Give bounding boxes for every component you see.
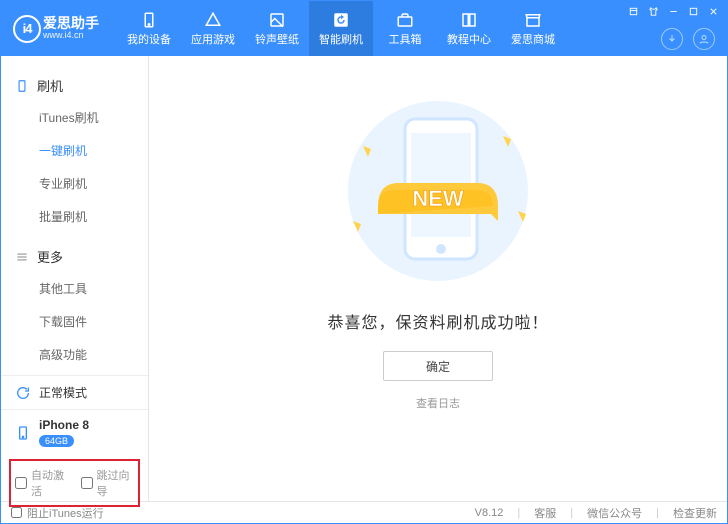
sidebar: 刷机 iTunes刷机 一键刷机 专业刷机 批量刷机 更多 其他工具 下载固件 … xyxy=(1,56,149,501)
nav-store[interactable]: 爱思商城 xyxy=(501,1,565,56)
sidebar-item-oneclick[interactable]: 一键刷机 xyxy=(1,134,148,167)
device-info[interactable]: iPhone 8 64GB xyxy=(1,409,148,455)
sidebar-item-pro[interactable]: 专业刷机 xyxy=(1,167,148,200)
nav-toolbox[interactable]: 工具箱 xyxy=(373,1,437,56)
nav-apps[interactable]: 应用游戏 xyxy=(181,1,245,56)
ok-button[interactable]: 确定 xyxy=(383,351,493,381)
wechat-link[interactable]: 微信公众号 xyxy=(587,505,642,521)
sidebar-item-batch[interactable]: 批量刷机 xyxy=(1,200,148,233)
sidebar-group-flash: 刷机 xyxy=(1,70,148,101)
version-label: V8.12 xyxy=(475,507,504,519)
nav-tutorials[interactable]: 教程中心 xyxy=(437,1,501,56)
skin-icon[interactable] xyxy=(647,5,659,17)
user-button[interactable] xyxy=(693,28,715,50)
sidebar-item-advanced[interactable]: 高级功能 xyxy=(1,338,148,371)
logo-url: www.i4.cn xyxy=(43,31,99,41)
logo-name: 爱思助手 xyxy=(43,16,99,31)
title-bar: i4 爱思助手 www.i4.cn 我的设备 应用游戏 铃声壁纸 智能刷机 工具… xyxy=(1,1,727,56)
top-nav: 我的设备 应用游戏 铃声壁纸 智能刷机 工具箱 教程中心 爱思商城 xyxy=(117,1,565,56)
menu-icon[interactable] xyxy=(627,5,639,17)
minimize-icon[interactable] xyxy=(667,5,679,17)
nav-ringtone[interactable]: 铃声壁纸 xyxy=(245,1,309,56)
user-controls xyxy=(661,28,715,50)
block-itunes-checkbox[interactable]: 阻止iTunes运行 xyxy=(11,505,104,521)
sidebar-item-itunes[interactable]: iTunes刷机 xyxy=(1,101,148,134)
nav-my-device[interactable]: 我的设备 xyxy=(117,1,181,56)
update-link[interactable]: 检查更新 xyxy=(673,505,717,521)
book-icon xyxy=(460,11,478,29)
sidebar-item-firmware[interactable]: 下载固件 xyxy=(1,305,148,338)
download-button[interactable] xyxy=(661,28,683,50)
sidebar-group-more: 更多 xyxy=(1,241,148,272)
device-phone-icon xyxy=(15,425,31,441)
view-log-link[interactable]: 查看日志 xyxy=(416,395,460,411)
device-name: iPhone 8 xyxy=(39,418,89,432)
logo-badge-icon: i4 xyxy=(13,15,41,43)
sidebar-item-other[interactable]: 其他工具 xyxy=(1,272,148,305)
activation-options: 自动激活 跳过向导 xyxy=(9,459,140,507)
wallpaper-icon xyxy=(268,11,286,29)
maximize-icon[interactable] xyxy=(687,5,699,17)
svg-text:NEW: NEW xyxy=(412,186,464,211)
apps-icon xyxy=(204,11,222,29)
store-icon xyxy=(524,11,542,29)
app-logo: i4 爱思助手 www.i4.cn xyxy=(13,15,99,43)
device-mode[interactable]: 正常模式 xyxy=(1,375,148,409)
auto-activate-checkbox[interactable]: 自动激活 xyxy=(15,467,69,499)
support-link[interactable]: 客服 xyxy=(534,505,556,521)
phone-icon xyxy=(140,11,158,29)
success-illustration: NEW xyxy=(323,91,553,291)
storage-badge: 64GB xyxy=(39,435,74,447)
menu-lines-icon xyxy=(15,250,29,264)
nav-flash[interactable]: 智能刷机 xyxy=(309,1,373,56)
sync-icon xyxy=(15,385,31,401)
skip-wizard-checkbox[interactable]: 跳过向导 xyxy=(81,467,135,499)
refresh-icon xyxy=(332,11,350,29)
success-title: 恭喜您，保资料刷机成功啦！ xyxy=(327,309,548,333)
phone-outline-icon xyxy=(15,79,29,93)
toolbox-icon xyxy=(396,11,414,29)
main-panel: NEW 恭喜您，保资料刷机成功啦！ 确定 查看日志 xyxy=(149,56,727,501)
window-controls xyxy=(627,5,719,17)
close-icon[interactable] xyxy=(707,5,719,17)
